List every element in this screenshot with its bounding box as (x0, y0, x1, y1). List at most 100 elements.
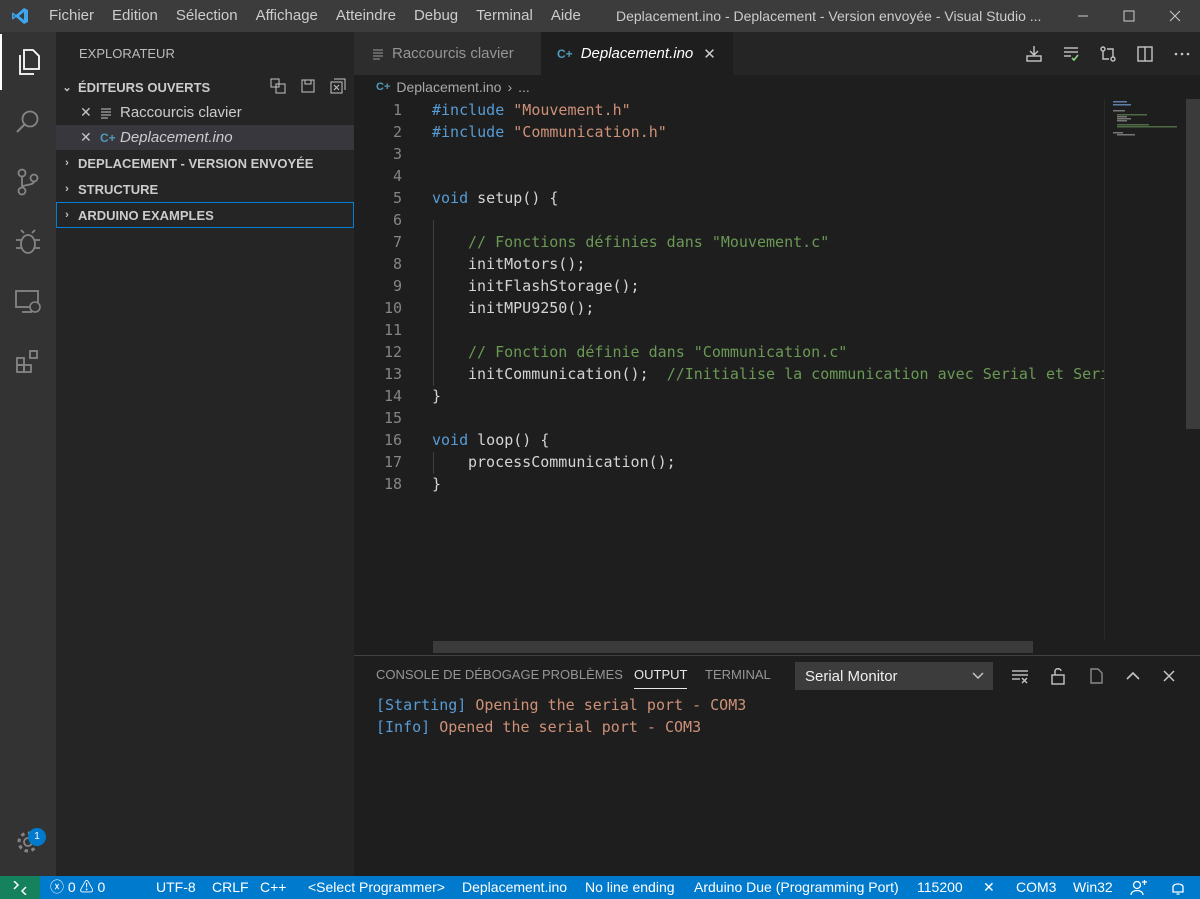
board-indicator[interactable]: Arduino Due (Programming Port) (694, 876, 899, 899)
maximize-button[interactable] (1106, 0, 1152, 32)
sidebar-title: EXPLORATEUR (79, 46, 175, 61)
menu-aide[interactable]: Aide (542, 0, 590, 32)
minimize-icon (1078, 15, 1088, 17)
tab-problems[interactable]: PROBLÈMES (542, 667, 623, 682)
code-line: 11 (354, 319, 1104, 341)
workspace-section[interactable]: › DEPLACEMENT - VERSION ENVOYÉE (56, 150, 354, 176)
encoding-indicator[interactable]: UTF-8 (156, 876, 196, 899)
platform-indicator[interactable]: Win32 (1073, 876, 1113, 899)
explorer-icon (19, 49, 40, 75)
horizontal-scrollbar[interactable] (433, 641, 1033, 653)
source-control-button[interactable] (0, 154, 56, 210)
cpp-file-icon: C+ (557, 46, 573, 61)
open-editor-item-deplacement[interactable]: ✕ C+ Deplacement.ino (56, 125, 354, 150)
more-actions-button[interactable] (1163, 32, 1200, 75)
sketch-indicator[interactable]: Deplacement.ino (462, 876, 567, 899)
error-count: 0 (67, 879, 76, 895)
tab-label: Deplacement.ino (580, 45, 694, 62)
tab-debug-console[interactable]: CONSOLE DE DÉBOGAGE (376, 667, 539, 682)
menu-terminal[interactable]: Terminal (467, 0, 542, 32)
close-panel-button[interactable] (1158, 665, 1180, 687)
explorer-button[interactable] (0, 34, 56, 90)
code-token: initMotors(); (468, 255, 586, 273)
feedback-button[interactable] (1130, 876, 1148, 899)
editor-tabs: Raccourcis clavier C+ Deplacement.ino ✕ (354, 32, 1200, 75)
output-message: Opening the serial port - COM3 (466, 696, 747, 714)
bell-icon (1172, 883, 1184, 895)
line-number: 15 (383, 409, 402, 427)
arduino-upload-button[interactable] (1015, 32, 1052, 75)
code-line: 9 initFlashStorage(); (354, 275, 1104, 297)
minimap[interactable] (1104, 99, 1184, 639)
menu-bar: Fichier Edition Sélection Affichage Atte… (40, 0, 590, 32)
remote-indicator[interactable] (0, 876, 40, 899)
menu-selection[interactable]: Sélection (167, 0, 247, 32)
close-editor-icon[interactable]: ✕ (80, 129, 94, 146)
eol-indicator[interactable]: CRLF (212, 876, 249, 899)
menu-fichier[interactable]: Fichier (40, 0, 103, 32)
close-editor-icon[interactable]: ✕ (80, 104, 94, 121)
language-mode-indicator[interactable]: C++ (260, 876, 286, 899)
notifications-button[interactable] (1170, 876, 1186, 899)
open-changes-button[interactable] (1089, 32, 1126, 75)
open-log-file-button[interactable] (1085, 665, 1107, 687)
breadcrumb-file[interactable]: Deplacement.ino (396, 79, 501, 95)
cpp-file-icon: C+ (376, 81, 391, 93)
lock-scroll-button[interactable] (1047, 665, 1069, 687)
extensions-button[interactable] (0, 334, 56, 390)
upload-icon (1025, 45, 1042, 62)
split-editor-button[interactable] (1126, 32, 1163, 75)
arduino-verify-button[interactable] (1052, 32, 1089, 75)
menu-edition[interactable]: Edition (103, 0, 167, 32)
line-number: 6 (392, 211, 402, 229)
line-ending-indicator[interactable]: No line ending (585, 876, 675, 899)
activity-bar: 1 (0, 32, 56, 876)
tab-terminal[interactable]: TERMINAL (705, 667, 771, 682)
menu-debug[interactable]: Debug (405, 0, 467, 32)
vertical-scrollbar[interactable] (1186, 99, 1200, 429)
save-all-icon[interactable] (300, 78, 316, 94)
debug-button[interactable] (0, 214, 56, 270)
tab-output[interactable]: OUTPUT (634, 667, 688, 689)
lock-icon (1051, 668, 1065, 685)
minimize-button[interactable] (1060, 0, 1106, 32)
code-token: initMPU9250(); (468, 299, 595, 317)
close-window-button[interactable] (1152, 0, 1198, 32)
arduino-examples-section[interactable]: › ARDUINO EXAMPLES (56, 202, 354, 228)
output-line: [Starting] Opening the serial port - COM… (376, 696, 746, 714)
tab-deplacement-ino[interactable]: C+ Deplacement.ino ✕ (541, 32, 733, 75)
close-tab-icon[interactable]: ✕ (703, 45, 716, 63)
line-number: 2 (392, 123, 402, 141)
output-channel-select[interactable]: Serial Monitor (795, 662, 993, 690)
problems-indicator[interactable]: ⓧ 0 ⚠ 0 (50, 876, 105, 899)
clear-output-button[interactable] (1009, 665, 1031, 687)
open-editors-section[interactable]: ⌄ ÉDITEURS OUVERTS (56, 74, 354, 100)
remote-explorer-button[interactable] (0, 274, 56, 330)
open-editor-item-raccourcis[interactable]: ✕ Raccourcis clavier (56, 100, 354, 125)
code-token: void (432, 431, 469, 449)
close-serial-monitor-button[interactable]: ✕ (983, 876, 995, 899)
tab-raccourcis-clavier[interactable]: Raccourcis clavier (354, 32, 541, 75)
open-log-icon (1090, 668, 1103, 684)
line-number: 4 (392, 167, 402, 185)
feedback-icon (1130, 880, 1147, 896)
indent-guide (433, 452, 434, 474)
close-all-icon[interactable] (330, 78, 346, 94)
search-button[interactable] (0, 94, 56, 150)
title-bar: Fichier Edition Sélection Affichage Atte… (0, 0, 1200, 32)
menu-affichage[interactable]: Affichage (247, 0, 327, 32)
menu-atteindre[interactable]: Atteindre (327, 0, 405, 32)
baud-rate-indicator[interactable]: 115200 (917, 876, 963, 899)
outline-section[interactable]: › STRUCTURE (56, 176, 354, 202)
settings-badge: 1 (28, 828, 46, 846)
manage-button[interactable]: 1 (0, 814, 56, 870)
select-programmer[interactable]: <Select Programmer> (308, 876, 445, 899)
maximize-panel-button[interactable] (1122, 665, 1144, 687)
code-line: 10 initMPU9250(); (354, 297, 1104, 319)
new-untitled-file-icon[interactable] (270, 78, 286, 94)
breadcrumb-more[interactable]: ... (518, 79, 530, 95)
serial-port-indicator[interactable]: COM3 (1016, 876, 1056, 899)
code-editor[interactable]: 1 #include "Mouvement.h" 2 #include "Commu… (354, 99, 1109, 639)
code-line: 14} (354, 385, 1104, 407)
warning-icon: ⚠ (79, 879, 94, 895)
